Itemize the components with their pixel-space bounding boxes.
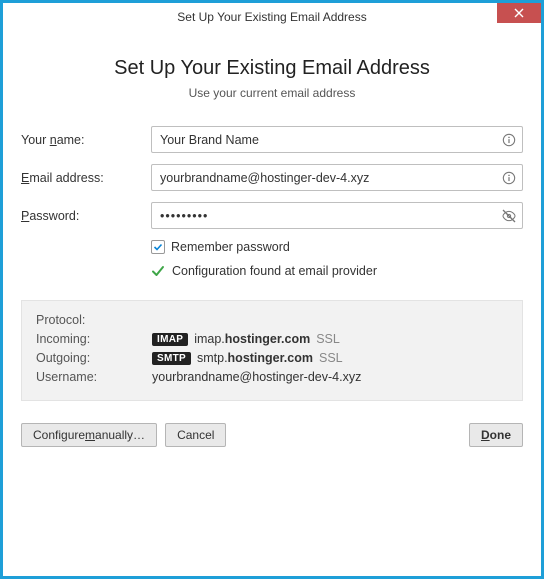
email-label: Email address: <box>21 171 151 185</box>
imap-badge: IMAP <box>152 333 188 346</box>
password-label: Password: <box>21 209 151 223</box>
dialog-content: Set Up Your Existing Email Address Use y… <box>3 31 541 459</box>
info-icon[interactable] <box>501 170 517 186</box>
page-subtitle: Use your current email address <box>21 86 523 100</box>
smtp-badge: SMTP <box>152 352 191 365</box>
info-icon[interactable] <box>501 132 517 148</box>
password-input[interactable] <box>151 202 523 229</box>
page-title: Set Up Your Existing Email Address <box>21 57 523 80</box>
protocol-panel: Protocol: Incoming: IMAP imap.hostinger.… <box>21 300 523 401</box>
cancel-button[interactable]: Cancel <box>165 423 226 447</box>
done-button[interactable]: Done <box>469 423 523 447</box>
email-row: Email address: <box>21 164 523 191</box>
incoming-label: Incoming: <box>36 332 152 346</box>
outgoing-value: SMTP smtp.hostinger.com SSL <box>152 351 508 365</box>
window-title: Set Up Your Existing Email Address <box>3 10 541 24</box>
name-label: Your name: <box>21 133 151 147</box>
protocol-label: Protocol: <box>36 313 152 327</box>
eye-off-icon[interactable] <box>501 208 517 224</box>
name-input[interactable] <box>151 126 523 153</box>
remember-checkbox[interactable] <box>151 240 165 254</box>
checkmark-icon <box>151 264 165 278</box>
button-row: Configure manually… Cancel Done <box>21 423 523 447</box>
email-input[interactable] <box>151 164 523 191</box>
remember-row: Remember password <box>151 240 523 254</box>
configure-manually-button[interactable]: Configure manually… <box>21 423 157 447</box>
window-close-button[interactable] <box>497 3 541 23</box>
password-row: Password: <box>21 202 523 229</box>
close-icon <box>514 8 524 18</box>
status-text: Configuration found at email provider <box>172 264 377 278</box>
outgoing-label: Outgoing: <box>36 351 152 365</box>
remember-label: Remember password <box>171 240 290 254</box>
name-row: Your name: <box>21 126 523 153</box>
username-value: yourbrandname@hostinger-dev-4.xyz <box>152 370 508 384</box>
titlebar: Set Up Your Existing Email Address <box>3 3 541 31</box>
incoming-value: IMAP imap.hostinger.com SSL <box>152 332 508 346</box>
username-label: Username: <box>36 370 152 384</box>
status-row: Configuration found at email provider <box>151 264 523 278</box>
